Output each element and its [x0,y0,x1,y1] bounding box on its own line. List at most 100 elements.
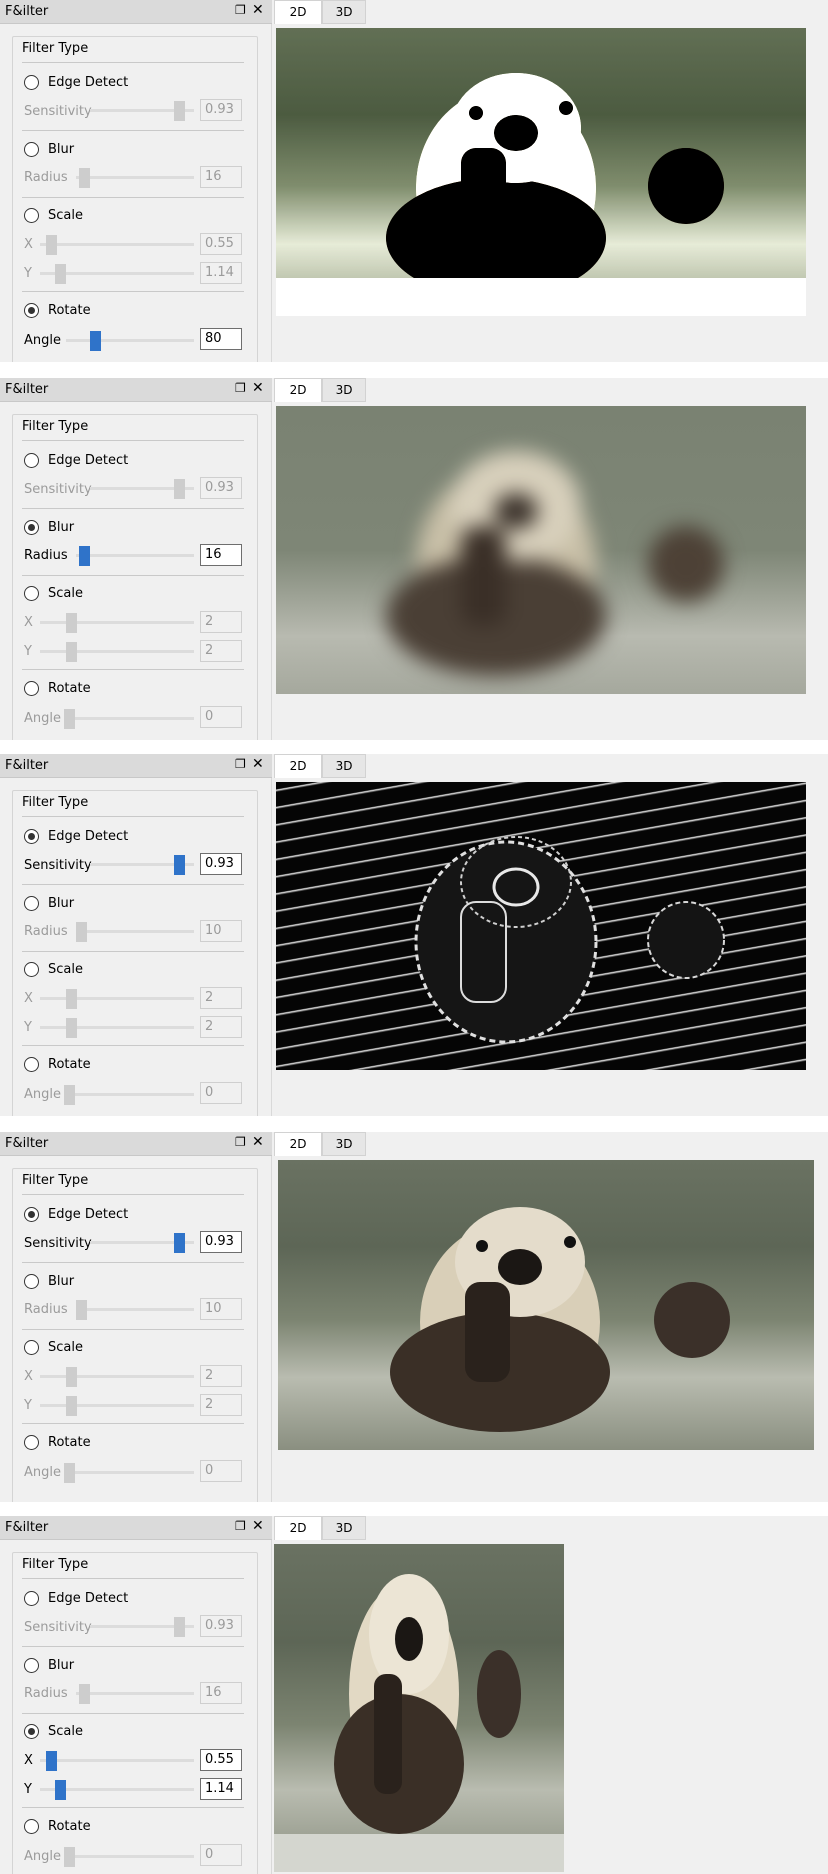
y-slider[interactable] [55,264,66,284]
radio-button[interactable] [24,962,39,977]
sensitivity-spinbox[interactable]: 0.93 [200,853,242,875]
sensitivity-slider[interactable] [174,479,185,499]
y-slider[interactable] [66,1396,77,1416]
dock-titlebar[interactable]: F&ilter ❐ ✕ [0,1516,272,1540]
radius-slider[interactable] [79,168,90,188]
radius-slider[interactable] [79,1684,90,1704]
radio-button[interactable] [24,1591,39,1606]
y-spinbox[interactable]: 2 [200,640,242,662]
radio-button[interactable] [24,1658,39,1673]
float-icon[interactable]: ❐ [235,757,246,771]
radio-button-selected[interactable] [24,829,39,844]
tab-3d[interactable]: 3D [322,0,366,24]
angle-slider[interactable] [90,331,101,351]
image-viewport[interactable] [278,1160,814,1450]
radio-button[interactable] [24,896,39,911]
image-viewport[interactable] [276,782,806,1070]
y-slider[interactable] [55,1780,66,1800]
y-spinbox[interactable]: 1.14 [200,262,242,284]
y-slider[interactable] [66,642,77,662]
radio-button[interactable] [24,586,39,601]
radius-spinbox[interactable]: 16 [200,544,242,566]
x-slider[interactable] [66,613,77,633]
tab-2d[interactable]: 2D [274,378,322,402]
radio-button-selected[interactable] [24,1207,39,1222]
sensitivity-slider[interactable] [174,1617,185,1637]
float-icon[interactable]: ❐ [235,381,246,395]
x-slider[interactable] [46,1751,57,1771]
x-spinbox[interactable]: 0.55 [200,233,242,255]
radius-spinbox[interactable]: 16 [200,166,242,188]
radio-button[interactable] [24,208,39,223]
sensitivity-spinbox[interactable]: 0.93 [200,99,242,121]
float-icon[interactable]: ❐ [235,1519,246,1533]
x-slider[interactable] [66,1367,77,1387]
x-spinbox[interactable]: 2 [200,987,242,1009]
tab-2d[interactable]: 2D [274,1516,322,1540]
angle-slider[interactable] [64,1463,75,1483]
radius-slider[interactable] [76,1300,87,1320]
x-slider[interactable] [66,989,77,1009]
image-viewport[interactable] [276,406,806,694]
x-spinbox[interactable]: 2 [200,611,242,633]
tab-2d[interactable]: 2D [274,0,322,24]
y-spinbox[interactable]: 1.14 [200,1778,242,1800]
angle-slider[interactable] [64,1085,75,1105]
angle-slider[interactable] [64,709,75,729]
close-icon[interactable]: ✕ [252,2,264,18]
radius-spinbox[interactable]: 10 [200,1298,242,1320]
sensitivity-spinbox[interactable]: 0.93 [200,1615,242,1637]
y-spinbox[interactable]: 2 [200,1394,242,1416]
sensitivity-spinbox[interactable]: 0.93 [200,477,242,499]
tab-2d[interactable]: 2D [274,1132,322,1156]
sensitivity-spinbox[interactable]: 0.93 [200,1231,242,1253]
radius-slider[interactable] [76,922,87,942]
x-spinbox[interactable]: 0.55 [200,1749,242,1771]
sensitivity-slider[interactable] [174,101,185,121]
close-icon[interactable]: ✕ [252,380,264,396]
radio-button[interactable] [24,1057,39,1072]
y-spinbox[interactable]: 2 [200,1016,242,1038]
angle-spinbox[interactable]: 0 [200,1082,242,1104]
radio-button[interactable] [24,142,39,157]
close-icon[interactable]: ✕ [252,1134,264,1150]
dock-titlebar[interactable]: F&ilter ❐ ✕ [0,0,272,24]
radio-button[interactable] [24,1435,39,1450]
angle-spinbox[interactable]: 0 [200,706,242,728]
angle-spinbox[interactable]: 0 [200,1844,242,1866]
dock-titlebar[interactable]: F&ilter ❐ ✕ [0,378,272,402]
radio-button-selected[interactable] [24,303,39,318]
radio-button[interactable] [24,1340,39,1355]
radio-button-selected[interactable] [24,1724,39,1739]
tab-3d[interactable]: 3D [322,1516,366,1540]
angle-spinbox[interactable]: 80 [200,328,242,350]
radio-button-selected[interactable] [24,520,39,535]
radio-button[interactable] [24,453,39,468]
image-viewport[interactable] [274,1544,564,1872]
x-spinbox[interactable]: 2 [200,1365,242,1387]
close-icon[interactable]: ✕ [252,756,264,772]
dock-titlebar[interactable]: F&ilter ❐ ✕ [0,754,272,778]
float-icon[interactable]: ❐ [235,3,246,17]
tab-2d[interactable]: 2D [274,754,322,778]
y-slider[interactable] [66,1018,77,1038]
float-icon[interactable]: ❐ [235,1135,246,1149]
sensitivity-slider[interactable] [174,855,185,875]
radius-spinbox[interactable]: 16 [200,1682,242,1704]
tab-3d[interactable]: 3D [322,378,366,402]
radio-button[interactable] [24,681,39,696]
sensitivity-slider[interactable] [174,1233,185,1253]
dock-titlebar[interactable]: F&ilter ❐ ✕ [0,1132,272,1156]
radio-button[interactable] [24,1819,39,1834]
x-slider[interactable] [46,235,57,255]
radio-button[interactable] [24,75,39,90]
radius-spinbox[interactable]: 10 [200,920,242,942]
radio-button[interactable] [24,1274,39,1289]
tab-3d[interactable]: 3D [322,1132,366,1156]
image-viewport[interactable] [276,28,806,316]
angle-spinbox[interactable]: 0 [200,1460,242,1482]
angle-slider[interactable] [64,1847,75,1867]
radius-slider[interactable] [79,546,90,566]
tab-3d[interactable]: 3D [322,754,366,778]
close-icon[interactable]: ✕ [252,1518,264,1534]
